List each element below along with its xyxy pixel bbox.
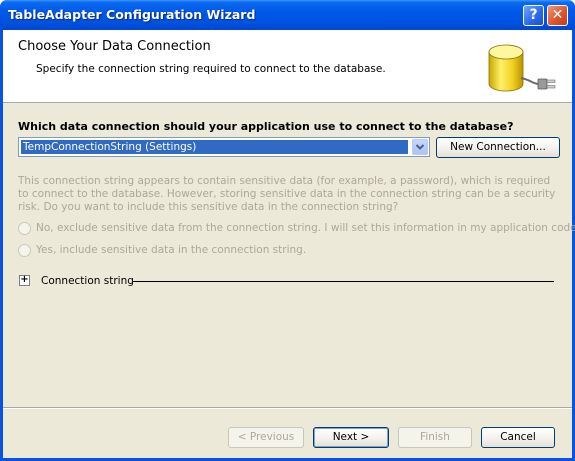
connection-string-label: Connection string — [41, 275, 134, 287]
finish-button[interactable]: Finish — [398, 427, 472, 448]
help-icon: ? — [529, 7, 538, 23]
cancel-button[interactable]: Cancel — [481, 427, 555, 448]
dialog-body: Choose Your Data Connection Specify the … — [3, 30, 575, 458]
sensitive-data-message: This connection string appears to contai… — [18, 175, 556, 213]
next-button[interactable]: Next > — [313, 427, 389, 448]
connection-combobox[interactable]: TempConnectionString (Settings) — [18, 137, 430, 157]
title-bar[interactable]: TableAdapter Configuration Wizard ? ✕ — [0, 0, 575, 30]
close-icon: ✕ — [551, 7, 564, 23]
footer-divider — [3, 407, 572, 409]
close-button[interactable]: ✕ — [547, 5, 568, 26]
wizard-window: TableAdapter Configuration Wizard ? ✕ Ch… — [0, 0, 575, 461]
connection-string-expander[interactable]: + — [19, 275, 30, 286]
exclude-sensitive-label: No, exclude sensitive data from the conn… — [36, 222, 575, 234]
include-sensitive-radio[interactable] — [18, 244, 31, 257]
page-title: Choose Your Data Connection — [18, 39, 211, 54]
window-title: TableAdapter Configuration Wizard — [8, 7, 256, 22]
page-description: Specify the connection string required t… — [36, 63, 386, 75]
database-plug-icon — [488, 44, 556, 92]
help-button[interactable]: ? — [523, 5, 544, 26]
exclude-sensitive-radio[interactable] — [18, 222, 31, 235]
previous-button[interactable]: < Previous — [228, 427, 304, 448]
connection-question: Which data connection should your applic… — [18, 120, 514, 133]
selected-connection: TempConnectionString (Settings) — [21, 140, 408, 154]
combobox-dropdown-button[interactable] — [412, 139, 428, 155]
wizard-header: Choose Your Data Connection Specify the … — [3, 30, 572, 103]
new-connection-button[interactable]: New Connection... — [436, 137, 560, 158]
connection-string-divider — [133, 281, 554, 282]
chevron-down-icon — [415, 144, 425, 150]
include-sensitive-label: Yes, include sensitive data in the conne… — [36, 244, 307, 256]
